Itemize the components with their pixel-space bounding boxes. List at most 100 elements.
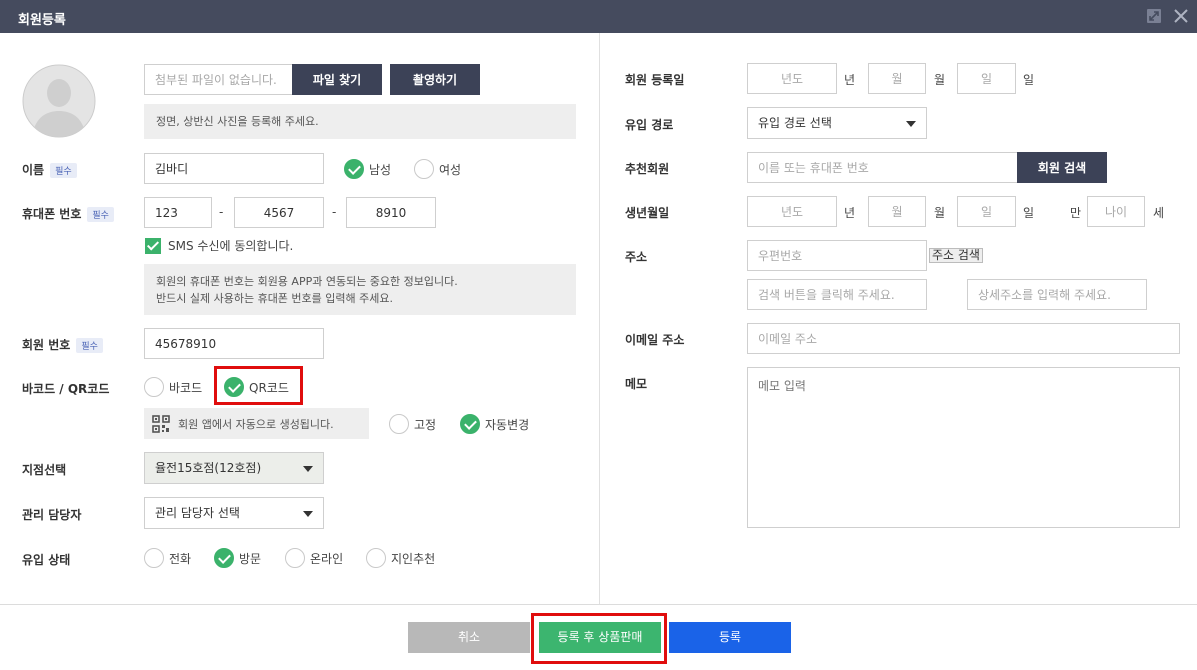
name-field[interactable] [144, 153, 324, 184]
radio-unchecked-icon [144, 548, 164, 568]
inflow-visit-label: 방문 [239, 551, 262, 566]
age-prefix: 만 [1070, 206, 1082, 220]
address-detail-field[interactable] [967, 279, 1147, 310]
barcode-radio[interactable]: 바코드 [144, 377, 202, 397]
sms-consent-checkbox[interactable]: SMS 수신에 동의합니다. [145, 237, 293, 254]
inflow-status-label: 유입 상태 [22, 553, 71, 567]
member-search-button[interactable]: 회원 검색 [1017, 152, 1107, 183]
required-badge: 필수 [50, 163, 77, 178]
month-unit: 월 [934, 206, 946, 220]
phone-part1-field[interactable] [144, 197, 212, 228]
highlight-box [214, 366, 303, 405]
member-number-field[interactable] [144, 328, 324, 359]
inflow-path-label: 유입 경로 [625, 118, 674, 132]
code-fixed-label: 고정 [414, 417, 437, 432]
year-unit: 년 [844, 206, 856, 220]
phone-label: 휴대폰 번호 필수 [22, 205, 114, 222]
inflow-phone-label: 전화 [169, 551, 192, 566]
highlight-box [531, 613, 667, 664]
memo-label: 메모 [625, 377, 648, 391]
phone-label-text: 휴대폰 번호 [22, 207, 82, 221]
inflow-referral-radio[interactable]: 지인추천 [366, 548, 435, 568]
inflow-path-select[interactable]: 유입 경로 선택 [747, 107, 927, 139]
gender-male-radio[interactable]: 남성 [344, 159, 391, 179]
radio-checked-icon [214, 548, 234, 568]
radio-unchecked-icon [414, 159, 434, 179]
inflow-visit-radio[interactable]: 방문 [214, 548, 261, 568]
phone-note-line2: 반드시 실제 사용하는 휴대폰 번호를 입력해 주세요. [156, 292, 393, 305]
branch-select[interactable]: 율전15호점(12호점) [144, 452, 324, 484]
expand-icon[interactable] [1146, 8, 1162, 24]
panel-divider [599, 33, 600, 604]
birth-day-field[interactable] [957, 196, 1016, 227]
close-icon[interactable] [1173, 8, 1189, 24]
address-label: 주소 [625, 250, 648, 264]
dropdown-arrow-icon [906, 121, 916, 127]
branch-select-value: 율전15호점(12호점) [155, 461, 262, 475]
phone-part2-field[interactable] [234, 197, 324, 228]
inflow-phone-radio[interactable]: 전화 [144, 548, 191, 568]
zip-code-field[interactable] [747, 240, 927, 271]
age-field[interactable] [1087, 196, 1145, 227]
radio-unchecked-icon [389, 414, 409, 434]
radio-unchecked-icon [285, 548, 305, 568]
branch-label: 지점선택 [22, 463, 67, 477]
required-badge: 필수 [87, 207, 114, 222]
phone-separator: - [219, 205, 224, 219]
age-unit: 세 [1153, 206, 1165, 220]
referrer-label: 추천회원 [625, 162, 670, 176]
inflow-online-label: 온라인 [310, 551, 344, 566]
capture-photo-button[interactable]: 촬영하기 [390, 64, 480, 95]
year-unit: 년 [844, 73, 856, 87]
dropdown-arrow-icon [303, 511, 313, 517]
photo-file-field[interactable] [144, 64, 294, 95]
month-unit: 월 [934, 73, 946, 87]
inflow-path-value: 유입 경로 선택 [758, 116, 832, 130]
manager-select[interactable]: 관리 담당자 선택 [144, 497, 324, 529]
code-auto-radio[interactable]: 자동변경 [460, 414, 529, 434]
day-unit: 일 [1023, 73, 1035, 87]
required-badge: 필수 [76, 338, 103, 353]
photo-note: 정면, 상반신 사진을 등록해 주세요. [144, 104, 576, 139]
register-button[interactable]: 등록 [669, 622, 791, 653]
qr-note-text: 회원 앱에서 자동으로 생성됩니다. [178, 417, 334, 431]
phone-part3-field[interactable] [346, 197, 436, 228]
manager-select-value: 관리 담당자 선택 [155, 506, 240, 520]
name-label: 이름 필수 [22, 161, 77, 178]
reg-year-field[interactable] [747, 63, 837, 94]
address-search-button[interactable]: 주소 검색 [929, 248, 983, 263]
code-fixed-radio[interactable]: 고정 [389, 414, 436, 434]
radio-unchecked-icon [144, 377, 164, 397]
day-unit: 일 [1023, 206, 1035, 220]
sms-consent-label: SMS 수신에 동의합니다. [168, 239, 294, 253]
email-field[interactable] [747, 323, 1180, 354]
radio-checked-icon [460, 414, 480, 434]
reg-month-field[interactable] [868, 63, 926, 94]
title-bar: 회원등록 [0, 0, 1197, 33]
qr-note: 회원 앱에서 자동으로 생성됩니다. [144, 408, 369, 439]
window-title: 회원등록 [18, 13, 66, 28]
code-auto-label: 자동변경 [485, 417, 530, 432]
birth-year-field[interactable] [747, 196, 837, 227]
find-file-button[interactable]: 파일 찾기 [292, 64, 382, 95]
radio-checked-icon [344, 159, 364, 179]
memo-textarea[interactable] [747, 367, 1180, 528]
birth-month-field[interactable] [868, 196, 926, 227]
name-label-text: 이름 [22, 163, 45, 177]
reg-day-field[interactable] [957, 63, 1016, 94]
birth-label: 생년월일 [625, 206, 670, 220]
gender-male-label: 남성 [369, 162, 392, 177]
gender-female-label: 여성 [439, 162, 462, 177]
manager-label: 관리 담당자 [22, 508, 82, 522]
cancel-button[interactable]: 취소 [408, 622, 530, 653]
member-number-label-text: 회원 번호 [22, 338, 71, 352]
phone-note-line1: 회원의 휴대폰 번호는 회원용 APP과 연동되는 중요한 정보입니다. [156, 275, 458, 288]
checkbox-checked-icon [145, 237, 161, 254]
address-line1-field[interactable] [747, 279, 927, 310]
phone-separator: - [332, 205, 337, 219]
gender-female-radio[interactable]: 여성 [414, 159, 461, 179]
barcode-label: 바코드 / QR코드 [22, 382, 110, 396]
referrer-search-field[interactable] [747, 152, 1018, 183]
reg-date-label: 회원 등록일 [625, 73, 685, 87]
inflow-online-radio[interactable]: 온라인 [285, 548, 343, 568]
